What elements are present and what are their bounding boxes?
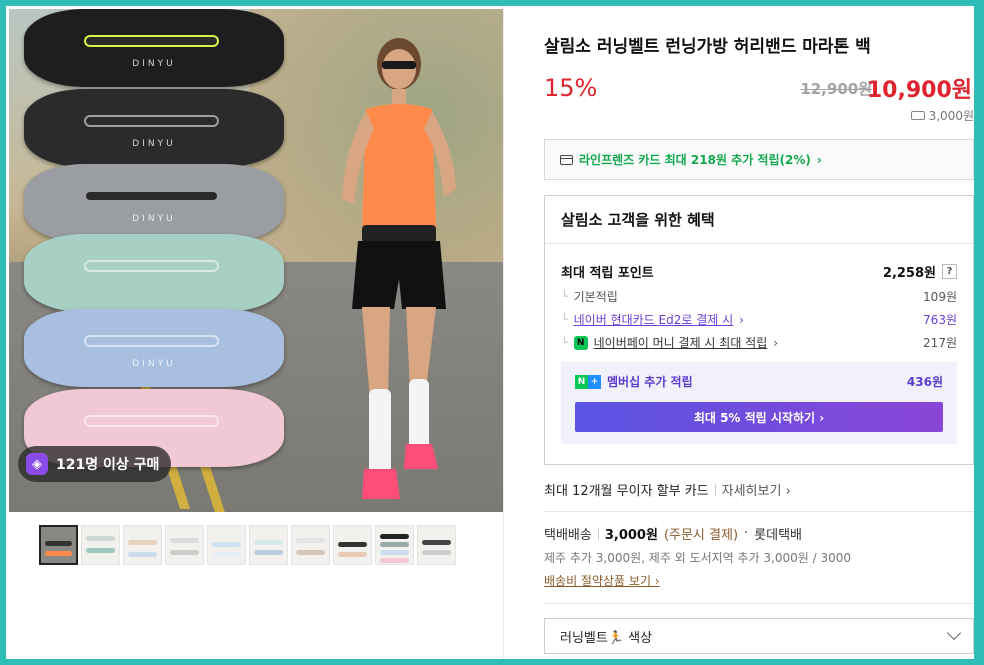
thumbnail-8[interactable]: [333, 525, 372, 565]
runner-figure: [342, 38, 456, 499]
belt-blue: DINYU: [24, 309, 284, 387]
points-row-label: 기본적립: [573, 290, 618, 304]
installment-more-link[interactable]: 자세히보기 ›: [722, 480, 791, 499]
belt-pocket: [84, 415, 219, 427]
thumbnail-2[interactable]: [81, 525, 120, 565]
max-points-label: 최대 적립 포인트: [561, 266, 654, 281]
card-promo-text: 라인프렌즈 카드 최대 218원 추가 적립(2%): [579, 153, 811, 167]
discount-rate: 15%: [544, 74, 598, 102]
points-row-value: 109원: [923, 290, 957, 304]
benefit-box: 살림소 고객을 위한 혜택 최대 적립 포인트 2,258원 ? └ 기본적립 1…: [544, 195, 974, 465]
product-page: DINYU DINYU DINYU DINYU ◈ 121명 이상 구매 살림소…: [6, 6, 974, 659]
separator: [597, 527, 599, 540]
shipping-carrier: 롯데택배: [754, 528, 802, 543]
product-main-image[interactable]: DINYU DINYU DINYU DINYU ◈ 121명 이상 구매: [9, 9, 503, 512]
shopping-bag-icon: ◈: [26, 453, 48, 475]
divider: [544, 511, 974, 512]
points-row-link[interactable]: 네이버페이 머니 결제 시 최대 적립: [594, 334, 768, 351]
membership-value: 436원: [906, 375, 943, 389]
shipping-fee-short: 3,000원: [928, 109, 974, 123]
thumbnail-3[interactable]: [123, 525, 162, 565]
divider: [544, 603, 974, 604]
shipping-fee: 3,000원: [604, 528, 658, 543]
max-points-value: 2,258원: [882, 266, 936, 281]
option-select[interactable]: 러닝벨트🏃 색상: [544, 618, 974, 654]
separator: [714, 483, 716, 496]
npay-icon: N: [573, 335, 588, 350]
shipping-main-line: 택배배송 3,000원 (주문시 결제) · 롯데택배: [544, 524, 851, 543]
belt-color-stack: DINYU DINYU DINYU DINYU: [24, 9, 289, 489]
belt-logo: DINYU: [132, 214, 176, 224]
tree-branch-icon: └: [561, 290, 568, 303]
thumbnail-strip: [39, 525, 456, 565]
points-row-link[interactable]: 네이버 현대카드 Ed2로 결제 시: [574, 311, 734, 328]
belt-logo: DINYU: [132, 139, 176, 149]
installment-row: 최대 12개월 무이자 할부 카드 자세히보기 ›: [544, 480, 791, 499]
membership-start-button[interactable]: 최대 5% 적립 시작하기 ›: [575, 402, 943, 432]
belt-pocket: [84, 115, 219, 127]
chevron-right-icon: ›: [773, 335, 779, 350]
product-title: 살림소 러닝벨트 런닝가방 허리밴드 마라톤 백: [544, 37, 871, 57]
thumbnail-4[interactable]: [165, 525, 204, 565]
points-row-hyundai-card[interactable]: └ 네이버 현대카드 Ed2로 결제 시 › 763원: [561, 311, 957, 328]
column-divider: [503, 6, 504, 659]
naver-plus-icon: N +: [575, 374, 601, 389]
truck-icon: [910, 111, 925, 120]
membership-row: N + 멤버십 추가 적립 436원: [575, 373, 943, 390]
dot-separator: ·: [744, 526, 749, 541]
option-select-label: 러닝벨트🏃 색상: [560, 630, 653, 646]
purchase-count-badge: ◈ 121명 이상 구매: [18, 446, 172, 482]
naver-plus-n: N: [575, 374, 588, 389]
chevron-right-icon: ›: [739, 312, 744, 327]
thumbnail-7[interactable]: [291, 525, 330, 565]
credit-card-icon: [560, 154, 573, 165]
max-points-value-group: 2,258원 ?: [883, 262, 957, 281]
chevron-right-icon: ›: [816, 152, 822, 167]
shipping-saving-link[interactable]: 배송비 절약상품 보기 ›: [544, 572, 851, 589]
tree-branch-icon: └: [561, 336, 568, 349]
tree-branch-icon: └: [561, 313, 568, 326]
card-promo-banner[interactable]: 라인프렌즈 카드 최대 218원 추가 적립(2%) ›: [544, 139, 974, 180]
belt-black-neon: DINYU: [24, 9, 284, 87]
points-row-basic: └ 기본적립 109원: [561, 288, 957, 305]
thumbnail-1[interactable]: [39, 525, 78, 565]
original-price: 12,900원: [800, 80, 872, 98]
membership-box: N + 멤버십 추가 적립 436원 최대 5% 적립 시작하기 ›: [561, 362, 957, 444]
points-row-npay-money[interactable]: └ N 네이버페이 머니 결제 시 최대 적립 › 217원: [561, 334, 957, 351]
shipping-method: 택배배송: [544, 528, 592, 543]
benefit-title: 살림소 고객을 위한 혜택: [545, 196, 973, 244]
sale-price: 10,900원: [866, 78, 972, 103]
shipping-info: 택배배송 3,000원 (주문시 결제) · 롯데택배 제주 추가 3,000원,…: [544, 524, 851, 589]
belt-grey: DINYU: [24, 164, 284, 242]
belt-mint: [24, 234, 284, 312]
purchase-count-text: 121명 이상 구매: [56, 457, 160, 473]
belt-pocket: [84, 35, 219, 47]
thumbnail-5[interactable]: [207, 525, 246, 565]
belt-pocket: [84, 335, 219, 347]
thumbnail-9[interactable]: [375, 525, 414, 565]
thumbnail-10[interactable]: [417, 525, 456, 565]
max-points-row: 최대 적립 포인트 2,258원 ?: [561, 262, 957, 281]
shipping-fee-summary: 3,000원: [910, 107, 974, 124]
help-icon[interactable]: ?: [942, 264, 957, 279]
shipping-condition: (주문시 결제): [663, 528, 739, 543]
belt-pocket: [84, 190, 219, 202]
points-row-value: 763원: [923, 313, 957, 327]
naver-plus-plus: +: [588, 374, 601, 389]
chevron-down-icon: [946, 625, 962, 641]
belt-logo: DINYU: [132, 359, 176, 369]
membership-label: 멤버십 추가 적립: [607, 375, 693, 389]
thumbnail-6[interactable]: [249, 525, 288, 565]
points-row-value: 217원: [923, 336, 957, 350]
belt-black: DINYU: [24, 89, 284, 167]
installment-text: 최대 12개월 무이자 할부 카드: [544, 484, 709, 499]
belt-pocket: [84, 260, 219, 272]
shipping-extra-fee: 제주 추가 3,000원, 제주 외 도서지역 추가 3,000원 / 3000: [544, 551, 852, 565]
belt-logo: DINYU: [132, 59, 176, 69]
